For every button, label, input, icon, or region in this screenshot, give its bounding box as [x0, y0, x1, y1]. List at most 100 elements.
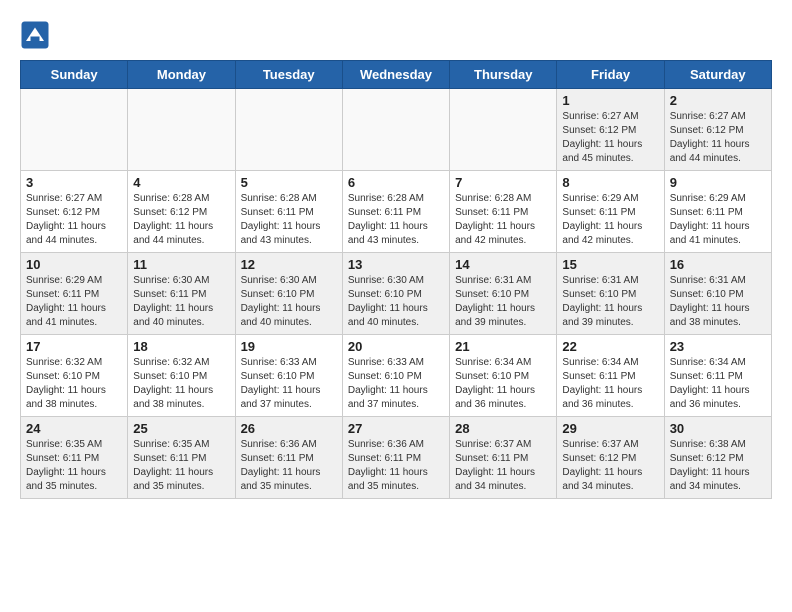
weekday-header: Tuesday [235, 61, 342, 89]
calendar-cell: 10 Sunrise: 6:29 AM Sunset: 6:11 PM Dayli… [21, 253, 128, 335]
day-number: 18 [133, 339, 229, 354]
day-info: Sunrise: 6:34 AM Sunset: 6:11 PM Dayligh… [562, 356, 658, 412]
weekday-header: Sunday [21, 61, 128, 89]
day-number: 19 [241, 339, 337, 354]
day-number: 12 [241, 257, 337, 272]
calendar-table: SundayMondayTuesdayWednesdayThursdayFrid… [20, 60, 772, 499]
day-number: 20 [348, 339, 444, 354]
day-info: Sunrise: 6:27 AM Sunset: 6:12 PM Dayligh… [562, 110, 658, 166]
calendar-cell: 2Sunrise: 6:27 AM Sunset: 6:12 PM Daylig… [664, 89, 771, 171]
day-number: 1 [562, 93, 658, 108]
day-number: 4 [133, 175, 229, 190]
day-info: Sunrise: 6:35 AM Sunset: 6:11 PM Dayligh… [26, 438, 122, 494]
day-info: Sunrise: 6:28 AM Sunset: 6:11 PM Dayligh… [241, 192, 337, 248]
calendar-cell: 7 Sunrise: 6:28 AM Sunset: 6:11 PM Daylig… [450, 171, 557, 253]
calendar-body: 1 Sunrise: 6:27 AM Sunset: 6:12 PM Daylig… [21, 89, 772, 499]
calendar-cell: 11 Sunrise: 6:30 AM Sunset: 6:11 PM Dayli… [128, 253, 235, 335]
calendar-cell: 1 Sunrise: 6:27 AM Sunset: 6:12 PM Daylig… [557, 89, 664, 171]
weekday-header: Saturday [664, 61, 771, 89]
day-info: Sunrise: 6:31 AM Sunset: 6:10 PM Dayligh… [670, 274, 766, 330]
day-info: Sunrise: 6:30 AM Sunset: 6:10 PM Dayligh… [241, 274, 337, 330]
weekday-header: Friday [557, 61, 664, 89]
calendar-cell: 25 Sunrise: 6:35 AM Sunset: 6:11 PM Dayli… [128, 417, 235, 499]
calendar-cell: 5 Sunrise: 6:28 AM Sunset: 6:11 PM Daylig… [235, 171, 342, 253]
calendar-cell: 4Sunrise: 6:28 AM Sunset: 6:12 PM Daylig… [128, 171, 235, 253]
day-number: 28 [455, 421, 551, 436]
day-info: Sunrise: 6:27 AM Sunset: 6:12 PM Dayligh… [670, 110, 766, 166]
day-info: Sunrise: 6:28 AM Sunset: 6:11 PM Dayligh… [455, 192, 551, 248]
day-number: 16 [670, 257, 766, 272]
day-info: Sunrise: 6:29 AM Sunset: 6:11 PM Dayligh… [26, 274, 122, 330]
logo [20, 20, 52, 50]
day-info: Sunrise: 6:37 AM Sunset: 6:12 PM Dayligh… [562, 438, 658, 494]
day-info: Sunrise: 6:32 AM Sunset: 6:10 PM Dayligh… [133, 356, 229, 412]
calendar-cell: 30 Sunrise: 6:38 AM Sunset: 6:12 PM Dayli… [664, 417, 771, 499]
day-info: Sunrise: 6:34 AM Sunset: 6:10 PM Dayligh… [455, 356, 551, 412]
day-info: Sunrise: 6:30 AM Sunset: 6:11 PM Dayligh… [133, 274, 229, 330]
day-info: Sunrise: 6:27 AM Sunset: 6:12 PM Dayligh… [26, 192, 122, 248]
calendar-cell: 21Sunrise: 6:34 AM Sunset: 6:10 PM Dayli… [450, 335, 557, 417]
calendar-cell [450, 89, 557, 171]
calendar-cell: 26Sunrise: 6:36 AM Sunset: 6:11 PM Dayli… [235, 417, 342, 499]
day-info: Sunrise: 6:30 AM Sunset: 6:10 PM Dayligh… [348, 274, 444, 330]
calendar-cell: 6 Sunrise: 6:28 AM Sunset: 6:11 PM Daylig… [342, 171, 449, 253]
calendar-cell: 28 Sunrise: 6:37 AM Sunset: 6:11 PM Dayli… [450, 417, 557, 499]
calendar-cell: 19 Sunrise: 6:33 AM Sunset: 6:10 PM Dayli… [235, 335, 342, 417]
day-info: Sunrise: 6:33 AM Sunset: 6:10 PM Dayligh… [348, 356, 444, 412]
day-number: 10 [26, 257, 122, 272]
day-info: Sunrise: 6:31 AM Sunset: 6:10 PM Dayligh… [455, 274, 551, 330]
day-number: 30 [670, 421, 766, 436]
day-number: 11 [133, 257, 229, 272]
calendar-cell: 12 Sunrise: 6:30 AM Sunset: 6:10 PM Dayli… [235, 253, 342, 335]
weekday-header: Thursday [450, 61, 557, 89]
calendar-cell: 13 Sunrise: 6:30 AM Sunset: 6:10 PM Dayli… [342, 253, 449, 335]
calendar-header-row: SundayMondayTuesdayWednesdayThursdayFrid… [21, 61, 772, 89]
weekday-header: Wednesday [342, 61, 449, 89]
day-number: 24 [26, 421, 122, 436]
day-number: 15 [562, 257, 658, 272]
calendar-cell [21, 89, 128, 171]
day-info: Sunrise: 6:36 AM Sunset: 6:11 PM Dayligh… [348, 438, 444, 494]
day-number: 23 [670, 339, 766, 354]
day-number: 25 [133, 421, 229, 436]
day-info: Sunrise: 6:29 AM Sunset: 6:11 PM Dayligh… [562, 192, 658, 248]
calendar-cell: 3Sunrise: 6:27 AM Sunset: 6:12 PM Daylig… [21, 171, 128, 253]
day-number: 6 [348, 175, 444, 190]
calendar-cell: 9Sunrise: 6:29 AM Sunset: 6:11 PM Daylig… [664, 171, 771, 253]
calendar-cell: 29Sunrise: 6:37 AM Sunset: 6:12 PM Dayli… [557, 417, 664, 499]
day-number: 5 [241, 175, 337, 190]
day-info: Sunrise: 6:38 AM Sunset: 6:12 PM Dayligh… [670, 438, 766, 494]
day-number: 14 [455, 257, 551, 272]
calendar-week-row: 3Sunrise: 6:27 AM Sunset: 6:12 PM Daylig… [21, 171, 772, 253]
page-header [20, 20, 772, 50]
calendar-cell: 24 Sunrise: 6:35 AM Sunset: 6:11 PM Dayli… [21, 417, 128, 499]
calendar-cell: 27 Sunrise: 6:36 AM Sunset: 6:11 PM Dayli… [342, 417, 449, 499]
day-info: Sunrise: 6:33 AM Sunset: 6:10 PM Dayligh… [241, 356, 337, 412]
day-number: 17 [26, 339, 122, 354]
day-info: Sunrise: 6:37 AM Sunset: 6:11 PM Dayligh… [455, 438, 551, 494]
day-info: Sunrise: 6:29 AM Sunset: 6:11 PM Dayligh… [670, 192, 766, 248]
day-number: 7 [455, 175, 551, 190]
calendar-week-row: 24 Sunrise: 6:35 AM Sunset: 6:11 PM Dayli… [21, 417, 772, 499]
day-info: Sunrise: 6:36 AM Sunset: 6:11 PM Dayligh… [241, 438, 337, 494]
day-number: 22 [562, 339, 658, 354]
calendar-cell: 23 Sunrise: 6:34 AM Sunset: 6:11 PM Dayli… [664, 335, 771, 417]
calendar-cell: 8 Sunrise: 6:29 AM Sunset: 6:11 PM Daylig… [557, 171, 664, 253]
day-info: Sunrise: 6:34 AM Sunset: 6:11 PM Dayligh… [670, 356, 766, 412]
calendar-cell: 15Sunrise: 6:31 AM Sunset: 6:10 PM Dayli… [557, 253, 664, 335]
day-info: Sunrise: 6:28 AM Sunset: 6:11 PM Dayligh… [348, 192, 444, 248]
day-number: 8 [562, 175, 658, 190]
calendar-cell: 18 Sunrise: 6:32 AM Sunset: 6:10 PM Dayli… [128, 335, 235, 417]
day-info: Sunrise: 6:35 AM Sunset: 6:11 PM Dayligh… [133, 438, 229, 494]
calendar-cell: 16 Sunrise: 6:31 AM Sunset: 6:10 PM Dayli… [664, 253, 771, 335]
day-number: 27 [348, 421, 444, 436]
logo-icon [20, 20, 50, 50]
day-info: Sunrise: 6:32 AM Sunset: 6:10 PM Dayligh… [26, 356, 122, 412]
calendar-cell [128, 89, 235, 171]
calendar-week-row: 1 Sunrise: 6:27 AM Sunset: 6:12 PM Daylig… [21, 89, 772, 171]
calendar-cell [235, 89, 342, 171]
calendar-cell [342, 89, 449, 171]
calendar-cell: 17 Sunrise: 6:32 AM Sunset: 6:10 PM Dayli… [21, 335, 128, 417]
weekday-header: Monday [128, 61, 235, 89]
day-number: 13 [348, 257, 444, 272]
